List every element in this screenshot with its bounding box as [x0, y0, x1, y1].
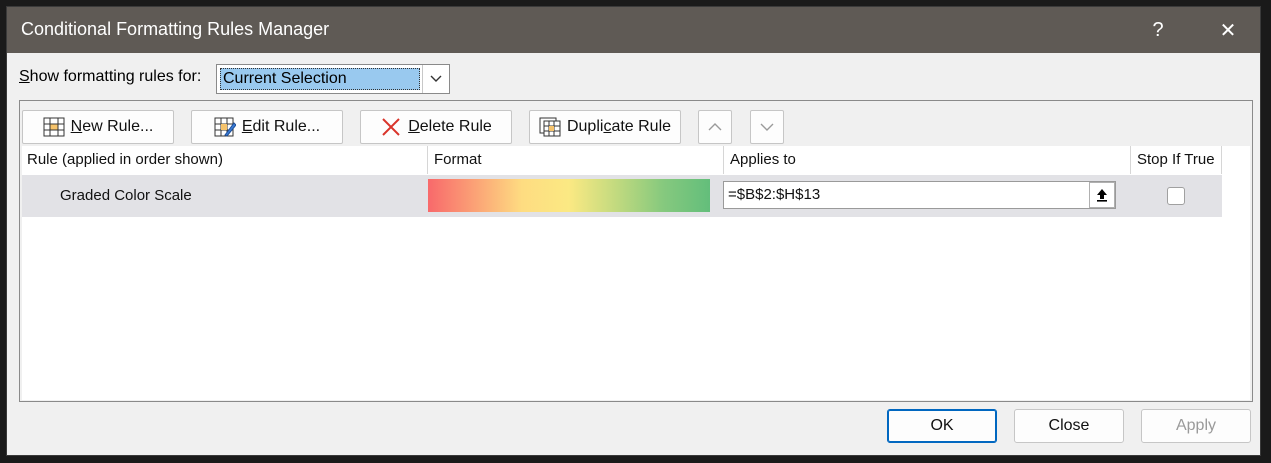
new-rule-icon: [43, 117, 65, 137]
show-rules-selected[interactable]: Current Selection: [220, 68, 420, 90]
edit-rule-button[interactable]: Edit Rule...: [191, 110, 343, 144]
rules-manager-dialog: Conditional Formatting Rules Manager ? ✕…: [6, 6, 1261, 456]
new-rule-button[interactable]: New Rule...: [22, 110, 174, 144]
new-rule-label: New Rule...: [70, 118, 154, 135]
help-button[interactable]: ?: [1135, 7, 1181, 53]
delete-rule-button[interactable]: Delete Rule: [360, 110, 512, 144]
applies-to-input[interactable]: =$B$2:$H$13: [723, 181, 1116, 209]
chevron-down-icon[interactable]: [422, 65, 449, 93]
move-down-button[interactable]: [750, 110, 784, 144]
edit-rule-icon: [214, 117, 236, 137]
column-header-stop-if-true[interactable]: Stop If True: [1132, 146, 1222, 174]
show-rules-label: Show formatting rules for:: [19, 68, 202, 85]
close-icon[interactable]: ✕: [1205, 7, 1251, 53]
rule-name: Graded Color Scale: [60, 187, 192, 204]
delete-x-icon: [380, 117, 402, 137]
dialog-title: Conditional Formatting Rules Manager: [21, 19, 330, 39]
duplicate-rule-icon: [539, 117, 561, 137]
chevron-up-icon: [708, 123, 722, 131]
column-header-format[interactable]: Format: [429, 146, 724, 174]
title-bar: Conditional Formatting Rules Manager ? ✕: [7, 7, 1260, 53]
apply-button[interactable]: Apply: [1141, 409, 1251, 443]
stop-if-true-checkbox[interactable]: [1167, 187, 1185, 205]
move-up-button[interactable]: [698, 110, 732, 144]
chevron-down-icon: [760, 123, 774, 131]
column-header-rule[interactable]: Rule (applied in order shown): [22, 146, 428, 174]
format-preview-color-scale: [428, 179, 710, 212]
ok-button[interactable]: OK: [887, 409, 997, 443]
close-button[interactable]: Close: [1014, 409, 1124, 443]
table-row[interactable]: Graded Color Scale =$B$2:$H$13: [22, 175, 1222, 217]
column-header-applies-to[interactable]: Applies to: [725, 146, 1131, 174]
duplicate-rule-button[interactable]: Duplicate Rule: [529, 110, 681, 144]
delete-rule-label: Delete Rule: [408, 118, 492, 135]
show-rules-dropdown[interactable]: Current Selection: [216, 64, 450, 94]
duplicate-rule-label: Duplicate Rule: [566, 118, 672, 135]
edit-rule-label: Edit Rule...: [241, 118, 321, 135]
rules-grid: Rule (applied in order shown) Format App…: [22, 146, 1250, 400]
collapse-range-icon[interactable]: [1089, 182, 1115, 208]
rules-panel: New Rule... Edit Rule... Delete Rule Dup…: [19, 100, 1253, 402]
